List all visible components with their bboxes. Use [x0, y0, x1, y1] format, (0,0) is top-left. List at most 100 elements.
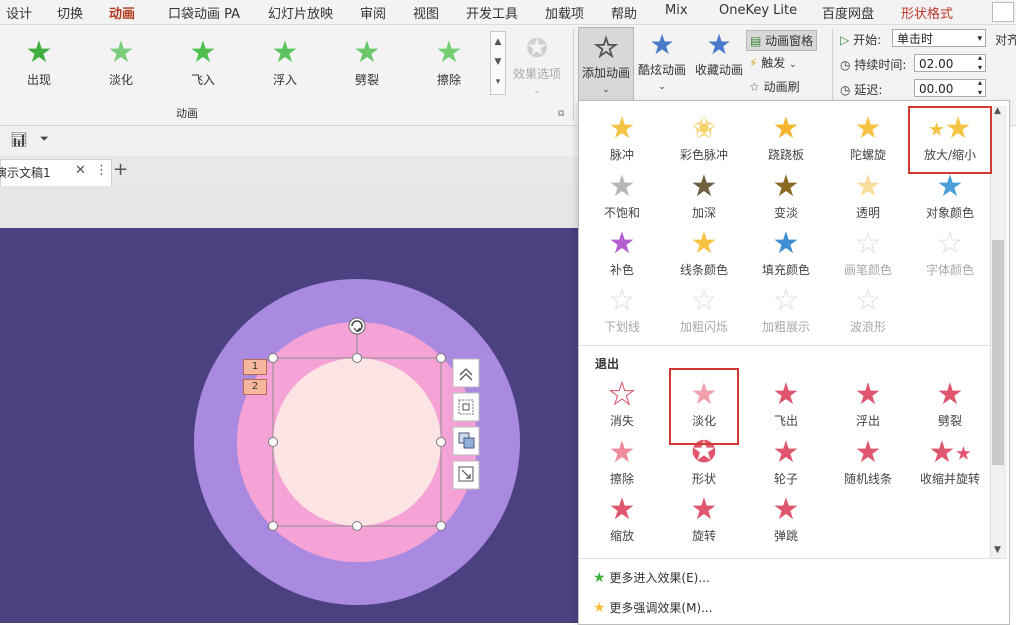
pane-icon: ▤ [750, 34, 762, 48]
menu-view[interactable]: 视图 [413, 3, 439, 22]
effect-font-color[interactable]: ☆ 字体颜色 [909, 228, 991, 278]
more-entrance-effects[interactable]: ★ 更多进入效果(E)... [593, 569, 710, 586]
inner-circle[interactable] [273, 358, 441, 526]
menu-animations[interactable]: 动画 [109, 3, 136, 27]
gold-star-icon: ✬ [691, 111, 717, 146]
menu-addins[interactable]: 加载项 [545, 3, 584, 22]
menu-pocket-animation[interactable]: 口袋动画 PA [168, 3, 240, 22]
menu-shape-format[interactable]: 形状格式 [901, 3, 953, 22]
add-animation-button[interactable]: ☆ 添加动画 ⌄ [578, 27, 634, 101]
spinner-icon[interactable]: ▴ ▾ [978, 78, 982, 98]
star-wand-icon: ★ [649, 28, 675, 61]
chart-icon[interactable]: 📊︎ [10, 132, 28, 148]
green-star-icon: ★ [593, 570, 606, 586]
scroll-up-icon[interactable]: ▲ [994, 106, 1001, 116]
gallery-float-in[interactable]: ★ 浮入 [250, 37, 320, 88]
align-label[interactable]: 对齐 [995, 31, 1016, 48]
gallery-wipe[interactable]: ★ 擦除 [414, 37, 484, 88]
menu-baidu-pan[interactable]: 百度网盘 [822, 3, 874, 22]
green-star-icon: ★ [189, 35, 217, 70]
exit-wheel[interactable]: ★ 轮子 [745, 437, 827, 487]
animation-pane-button[interactable]: ▤ 动画窗格 [746, 30, 818, 51]
exit-zoom[interactable]: ★ 缩放 [581, 494, 663, 544]
menu-onekey[interactable]: OneKey Lite [719, 3, 797, 18]
duration-input[interactable]: 02.00 ▴ ▾ [914, 53, 986, 73]
effect-color-pulse[interactable]: ✬ 彩色脉冲 [663, 113, 745, 163]
menu-slideshow[interactable]: 幻灯片放映 [268, 3, 333, 22]
exit-spin[interactable]: ★ 旋转 [663, 494, 745, 544]
effect-bold-flash[interactable]: ☆ 加粗闪烁 [663, 285, 745, 335]
favorite-animation-button[interactable]: ★ 收藏动画 [692, 29, 746, 78]
effect-bold-reveal[interactable]: ☆ 加粗展示 [745, 285, 827, 335]
gallery-fade[interactable]: ★ 淡化 [86, 37, 156, 88]
effect-lighten[interactable]: ★ 变淡 [745, 171, 827, 221]
star-brush-icon: ☆ [749, 80, 760, 94]
menu-transitions[interactable]: 切换 [57, 3, 83, 22]
gallery-appear[interactable]: ★ 出现 [4, 37, 74, 88]
purple-star-icon: ★ [608, 226, 636, 261]
menu-help[interactable]: 帮助 [611, 3, 637, 22]
effect-teeter[interactable]: ★ 跷跷板 [745, 113, 827, 163]
exit-split[interactable]: ★ 劈裂 [909, 379, 991, 429]
exit-fly-out[interactable]: ★ 飞出 [745, 379, 827, 429]
exit-float-out[interactable]: ★ 浮出 [827, 379, 909, 429]
scroll-down-icon[interactable]: ▼ [994, 545, 1001, 555]
menu-review[interactable]: 审阅 [360, 3, 386, 22]
red-star-icon: ★ [772, 435, 800, 470]
disabled-star-icon: ☆ [772, 283, 800, 318]
animation-badge-1[interactable]: 1 [243, 359, 267, 375]
animation-painter-button[interactable]: ☆ 动画刷 [749, 78, 800, 95]
spinner-icon[interactable]: ▴ ▾ [978, 53, 982, 73]
trigger-button[interactable]: ⚡ 触发 ⌄ [749, 54, 797, 71]
menu-mix[interactable]: Mix [665, 3, 688, 18]
comment-button[interactable] [992, 2, 1014, 22]
dialog-launcher-icon[interactable]: ⧉ [558, 109, 564, 119]
start-label: ▷ 开始: [840, 33, 882, 47]
footer-divider [579, 558, 1007, 559]
green-star-icon: ★ [435, 35, 463, 70]
exit-random-bars[interactable]: ★ 随机线条 [827, 437, 909, 487]
effect-spin[interactable]: ★ 陀螺旋 [827, 113, 909, 163]
exit-disappear[interactable]: ★ 消失 [581, 378, 663, 429]
gallery-scroll[interactable]: ▲ ▼ ▾ [490, 31, 506, 95]
effect-object-color[interactable]: ★ 对象颜色 [909, 171, 991, 221]
effect-line-color[interactable]: ★ 线条颜色 [663, 228, 745, 278]
delay-label: ◷ 延迟: [840, 83, 883, 97]
slide-canvas[interactable]: 1 2 [0, 228, 580, 623]
exit-wipe[interactable]: ★ 擦除 [581, 437, 663, 487]
effect-wave[interactable]: ☆ 波浪形 [827, 285, 909, 335]
customize-icon[interactable]: ⏷ [40, 132, 49, 146]
menu-developer[interactable]: 开发工具 [466, 3, 518, 22]
close-icon[interactable]: ✕ [75, 163, 86, 178]
effect-complementary-color[interactable]: ★ 补色 [581, 228, 663, 278]
scrollbar-thumb[interactable] [992, 240, 1004, 465]
effect-pulse[interactable]: ★ 脉冲 [581, 113, 663, 163]
gallery-split[interactable]: ★ 劈裂 [332, 37, 402, 88]
gallery-fly-in[interactable]: ★ 飞入 [168, 37, 238, 88]
effect-fill-color[interactable]: ★ 填充颜色 [745, 228, 827, 278]
disabled-star-icon: ☆ [608, 283, 636, 318]
effect-desaturate[interactable]: ★ 不饱和 [581, 171, 663, 221]
effect-brush-color[interactable]: ☆ 画笔颜色 [827, 228, 909, 278]
effect-underline[interactable]: ☆ 下划线 [581, 285, 663, 335]
rotate-handle-icon[interactable] [348, 317, 366, 335]
start-select[interactable]: 单击时 ▾ [892, 29, 986, 47]
new-tab-button[interactable]: + [113, 159, 128, 180]
add-animation-dropdown: ★ 脉冲 ✬ 彩色脉冲 ★ 跷跷板 ★ 陀螺旋 ⭑★ 放大/缩小 ★ 不饱和 ★… [578, 100, 1010, 625]
document-tab[interactable]: 演示文稿1 ✕ ⋮ [0, 159, 112, 186]
more-icon[interactable]: ⋮ [95, 163, 108, 178]
menu-design[interactable]: 设计 [6, 3, 32, 22]
effect-transparency[interactable]: ★ 透明 [827, 171, 909, 221]
cool-animation-button[interactable]: ★ 酷炫动画 ⌄ [634, 28, 690, 93]
dark-star-icon: ★ [690, 169, 718, 204]
effect-options-button[interactable]: ✪ 效果选项 ⌄ [509, 33, 565, 96]
exit-shrink-turn[interactable]: ★⭑ 收缩并旋转 [909, 437, 991, 487]
effect-darken[interactable]: ★ 加深 [663, 171, 745, 221]
animation-badge-2[interactable]: 2 [243, 379, 267, 395]
more-emphasis-effects[interactable]: ★ 更多强调效果(M)... [593, 599, 713, 616]
gold-star-icon: ★ [772, 111, 800, 146]
delay-input[interactable]: 00.00 ▴ ▾ [914, 78, 986, 98]
cloud-star-icon: ★ [706, 28, 732, 61]
blue-star-icon: ★ [772, 226, 800, 261]
exit-bounce[interactable]: ★ 弹跳 [745, 494, 827, 544]
